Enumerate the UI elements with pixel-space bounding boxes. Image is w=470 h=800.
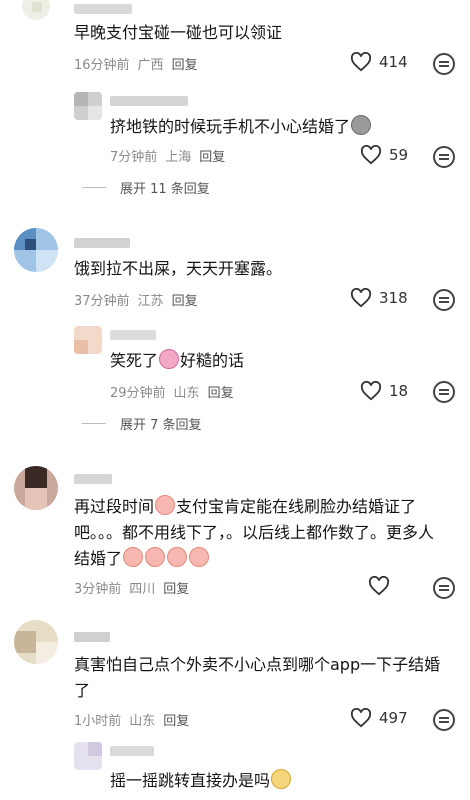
divider xyxy=(82,187,106,188)
comment-text: 了 xyxy=(74,681,91,700)
comment-meta: 16分钟前 广西 回复 xyxy=(74,54,198,73)
heart-icon xyxy=(350,708,372,728)
avatar[interactable] xyxy=(74,92,102,120)
comment-text: 结婚了 xyxy=(74,546,210,572)
like-button[interactable]: 497 xyxy=(350,708,408,728)
comment-time: 1小时前 xyxy=(74,714,122,729)
avatar[interactable] xyxy=(14,620,58,664)
reply-button[interactable]: 回复 xyxy=(208,382,234,401)
more-options-icon[interactable] xyxy=(433,146,455,168)
comment-location: 广西 xyxy=(137,58,164,73)
comment-text: 早晚支付宝碰一碰也可以领证 xyxy=(74,23,283,42)
comment-time: 3分钟前 xyxy=(74,582,122,597)
comment-location: 四川 xyxy=(129,582,156,597)
reply-text: 笑死了 好糙的话 xyxy=(110,349,245,370)
heart-icon xyxy=(350,288,372,308)
pig-face-icon xyxy=(123,547,144,567)
reply-time: 7分钟前 xyxy=(110,150,158,165)
reply-button[interactable]: 回复 xyxy=(163,578,189,597)
expand-replies-button[interactable]: 展开 11 条回复 xyxy=(82,178,210,197)
avatar[interactable] xyxy=(14,228,58,272)
sad-face-icon xyxy=(351,115,372,135)
username-blurred[interactable] xyxy=(74,4,132,14)
comment-meta: 37分钟前 江苏 回复 xyxy=(74,290,198,309)
username-blurred[interactable] xyxy=(110,96,188,106)
like-button[interactable]: 318 xyxy=(350,288,408,308)
reply-location: 上海 xyxy=(165,150,192,165)
like-count: 59 xyxy=(389,146,409,164)
username-blurred[interactable] xyxy=(74,474,112,484)
username-blurred[interactable] xyxy=(74,238,130,248)
more-options-icon[interactable] xyxy=(433,53,455,75)
more-options-icon[interactable] xyxy=(433,289,455,311)
like-count: 497 xyxy=(379,709,408,727)
avatar[interactable] xyxy=(22,0,50,20)
laugh-cry-icon xyxy=(159,349,180,369)
reply-text: 挤地铁的时候玩手机不小心结婚了 xyxy=(110,114,372,140)
pig-face-icon xyxy=(155,495,176,515)
pig-face-icon xyxy=(189,547,210,567)
reply-button[interactable]: 回复 xyxy=(199,146,225,165)
like-button[interactable] xyxy=(368,576,397,596)
avatar[interactable] xyxy=(74,326,102,354)
avatar[interactable] xyxy=(74,742,102,770)
reply-button[interactable]: 回复 xyxy=(172,290,198,309)
divider xyxy=(82,423,106,424)
heart-icon xyxy=(350,52,372,72)
more-options-icon[interactable] xyxy=(433,709,455,731)
comment-time: 16分钟前 xyxy=(74,58,130,73)
comment-text: 饿到拉不出屎，天天开塞露。 xyxy=(74,259,283,278)
comment-text: 真害怕自己点个外卖不小心点到哪个app一下子结婚 xyxy=(74,655,441,674)
comment-location: 山东 xyxy=(129,714,156,729)
like-count: 18 xyxy=(389,382,409,400)
pig-face-icon xyxy=(167,547,188,567)
comment-text: 吧。。。都不用线下了，。以后线上都作数了。更多人 xyxy=(74,523,435,542)
heart-icon xyxy=(368,576,390,596)
comment-location: 江苏 xyxy=(137,294,164,309)
comment-meta: 3分钟前 四川 回复 xyxy=(74,578,189,597)
heart-icon xyxy=(360,381,382,401)
comment-text: 再过段时间 支付宝肯定能在线刷脸办结婚证了 xyxy=(74,495,417,516)
comment-meta: 1小时前 山东 回复 xyxy=(74,710,189,729)
like-count: 414 xyxy=(379,53,408,71)
heart-icon xyxy=(360,145,382,165)
username-blurred[interactable] xyxy=(110,330,156,340)
reply-button[interactable]: 回复 xyxy=(172,54,198,73)
reply-button[interactable]: 回复 xyxy=(163,710,189,729)
comment-time: 37分钟前 xyxy=(74,294,130,309)
like-button[interactable]: 414 xyxy=(350,52,408,72)
reply-meta: 7分钟前 上海 回复 xyxy=(110,146,225,165)
username-blurred[interactable] xyxy=(74,632,110,642)
expand-label[interactable]: 展开 7 条回复 xyxy=(120,414,202,433)
more-options-icon[interactable] xyxy=(433,381,455,403)
reply-time: 29分钟前 xyxy=(110,386,166,401)
like-button[interactable]: 18 xyxy=(360,381,408,401)
reply-text: 摇一摇跳转直接办是吗 xyxy=(110,768,292,794)
more-options-icon[interactable] xyxy=(433,577,455,599)
like-count: 318 xyxy=(379,289,408,307)
expand-label[interactable]: 展开 11 条回复 xyxy=(120,178,210,197)
like-button[interactable]: 59 xyxy=(360,145,408,165)
reply-location: 山东 xyxy=(173,386,200,401)
pet-face-icon xyxy=(271,769,292,789)
avatar[interactable] xyxy=(14,466,58,510)
username-blurred[interactable] xyxy=(110,746,154,756)
reply-meta: 29分钟前 山东 回复 xyxy=(110,382,234,401)
expand-replies-button[interactable]: 展开 7 条回复 xyxy=(82,414,202,433)
pig-face-icon xyxy=(145,547,166,567)
